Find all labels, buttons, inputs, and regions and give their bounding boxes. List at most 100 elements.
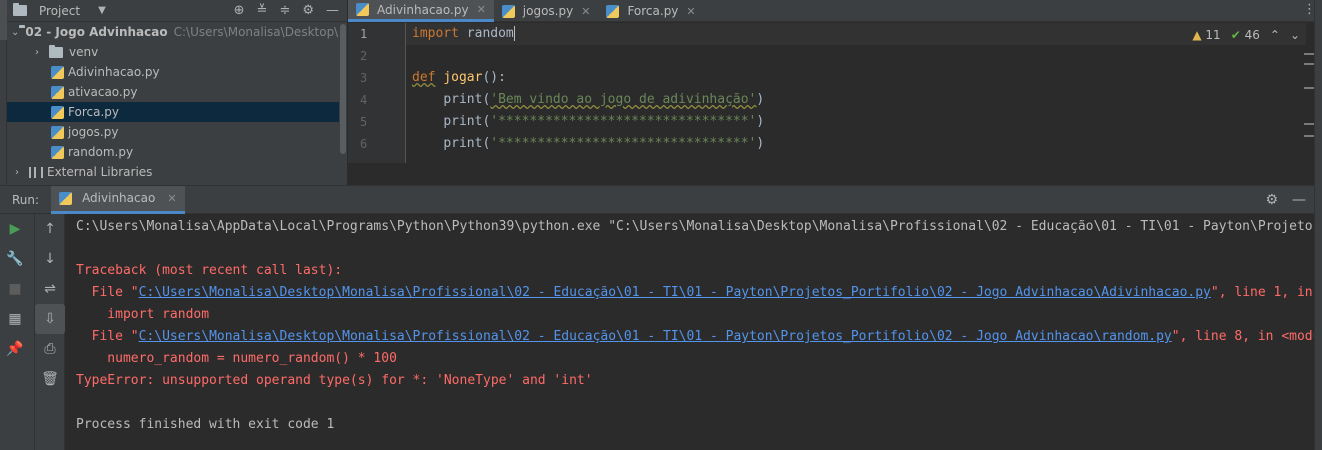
tree-item-venv[interactable]: › venv xyxy=(7,42,347,62)
check-icon: ✔ xyxy=(1230,28,1241,42)
inspections-widget[interactable]: ▲ 11 ✔ 46 ⌃ ⌄ xyxy=(1192,28,1300,42)
close-icon[interactable]: ✕ xyxy=(686,5,695,18)
gear-icon[interactable]: ⚙ xyxy=(1265,192,1278,208)
tree-item-forca[interactable]: Forca.py xyxy=(7,102,347,122)
editor-error-stripe[interactable] xyxy=(1302,23,1314,163)
console-blank xyxy=(72,238,1314,260)
file-link[interactable]: C:\Users\Monalisa\Desktop\Monalisa\Profi… xyxy=(139,285,1211,300)
console-command: C:\Users\Monalisa\AppData\Local\Programs… xyxy=(76,219,1314,234)
line-number: 2 xyxy=(360,49,368,63)
tree-item-jogos[interactable]: jogos.py xyxy=(7,122,347,142)
print-icon[interactable]: ⎙ xyxy=(35,334,65,364)
trash-icon[interactable]: 🗑 xyxy=(35,364,65,394)
chevron-up-icon[interactable]: ⌃ xyxy=(1270,28,1280,42)
wrench-icon[interactable]: 🔧 xyxy=(0,244,30,274)
tab-forca[interactable]: Forca.py ✕ xyxy=(598,0,703,22)
stripe-marker[interactable] xyxy=(1304,53,1314,55)
run-tab-adivinhacao[interactable]: Adivinhacao ✕ xyxy=(51,185,185,214)
close-icon[interactable]: ✕ xyxy=(581,5,590,18)
stripe-marker[interactable] xyxy=(1304,135,1314,137)
function-name: jogar xyxy=(443,70,483,85)
chevron-down-icon[interactable]: ⌄ xyxy=(1290,28,1300,42)
project-scrollbar[interactable] xyxy=(339,22,347,182)
right-tool-stripe xyxy=(1314,0,1322,450)
code-line[interactable]: print('Bem vindo ao jogo de adivinhação'… xyxy=(406,89,1306,111)
code-line[interactable]: import random xyxy=(406,23,1306,45)
line-number-gutter: 1 2 3 4 5 6 xyxy=(348,23,406,163)
layout-icon[interactable]: ▦ xyxy=(0,304,30,334)
tree-item-external-libraries[interactable]: › External Libraries xyxy=(7,162,347,182)
tab-adivinhacao[interactable]: Adivinhacao.py ✕ xyxy=(348,0,494,22)
code-line[interactable]: def jogar(): xyxy=(406,67,1306,89)
chevron-down-icon[interactable]: ▼ xyxy=(98,5,106,16)
code-line[interactable] xyxy=(406,45,1306,67)
run-label: Run: xyxy=(12,192,40,207)
stop-icon[interactable]: ■ xyxy=(0,274,30,304)
ok-count[interactable]: ✔ 46 xyxy=(1231,28,1260,42)
pin-icon[interactable]: 📌 xyxy=(0,334,30,364)
warning-count-value: 11 xyxy=(1205,28,1221,42)
hide-icon[interactable]: — xyxy=(1292,192,1306,208)
tree-item-adivinhacao[interactable]: Adivinhacao.py xyxy=(7,62,347,82)
library-icon xyxy=(29,166,43,178)
tree-root[interactable]: ⌄ 02 - Jogo Advinhacao C:\Users\Monalisa… xyxy=(7,22,347,42)
console-blank xyxy=(72,392,1314,414)
string-literal: '********************************' xyxy=(490,114,757,129)
tree-item-label: jogos.py xyxy=(68,125,119,139)
console-output[interactable]: C:\Users\Monalisa\AppData\Local\Programs… xyxy=(72,214,1314,436)
chevron-right-icon[interactable]: › xyxy=(31,47,43,58)
code-line[interactable]: print('********************************'… xyxy=(406,111,1306,133)
file-suffix: ", line 8, in <module> xyxy=(1171,329,1314,344)
close-icon[interactable]: ✕ xyxy=(167,192,176,205)
tree-item-ativacao[interactable]: ativacao.py xyxy=(7,82,347,102)
run-header: Run: Adivinhacao ✕ ⚙ — xyxy=(0,185,1314,214)
code-line[interactable]: print('********************************'… xyxy=(406,133,1306,155)
ok-count-value: 46 xyxy=(1244,28,1260,42)
collapse-all-icon[interactable]: ≑ xyxy=(279,3,290,18)
console-exit: Process finished with exit code 1 xyxy=(76,417,335,432)
editor-area: Adivinhacao.py ✕ jogos.py ✕ Forca.py ✕ ⋮… xyxy=(348,0,1322,185)
scroll-to-end-icon[interactable]: ⇩ xyxy=(35,304,65,334)
project-tool-window-tab[interactable] xyxy=(0,0,7,40)
editor-tabbar: Adivinhacao.py ✕ jogos.py ✕ Forca.py ✕ ⋮ xyxy=(348,0,1322,22)
arrow-down-icon[interactable]: ↓ xyxy=(35,244,65,274)
tree-item-label: random.py xyxy=(68,145,134,159)
line-number: 4 xyxy=(360,93,368,107)
tab-label: Adivinhacao.py xyxy=(377,2,469,17)
python-file-icon xyxy=(606,4,620,18)
tree-root-label: 02 - Jogo Advinhacao xyxy=(25,25,168,39)
expand-all-icon[interactable]: ≚ xyxy=(257,3,268,18)
console-toolbar: ↑ ↓ ⇌ ⇩ ⎙ 🗑 xyxy=(35,214,65,450)
code-editor[interactable]: import random def jogar(): print('Bem vi… xyxy=(406,23,1306,155)
console-file-line: File "C:\Users\Monalisa\Desktop\Monalisa… xyxy=(72,326,1314,348)
project-title[interactable]: Project xyxy=(39,4,80,18)
gear-icon[interactable]: ⚙ xyxy=(302,3,314,18)
tab-jogos[interactable]: jogos.py ✕ xyxy=(494,0,599,22)
stripe-marker[interactable] xyxy=(1304,87,1314,89)
soft-wrap-icon[interactable]: ⇌ xyxy=(35,274,65,304)
keyword: import xyxy=(412,26,459,41)
code-text: print( xyxy=(443,114,491,129)
chevron-right-icon[interactable]: › xyxy=(11,167,23,178)
arrow-up-icon[interactable]: ↑ xyxy=(35,214,65,244)
project-header: Project ▼ ⊕ ≚ ≑ ⚙ — xyxy=(7,0,347,22)
console-code-line: import random xyxy=(76,307,210,322)
locate-icon[interactable]: ⊕ xyxy=(234,3,245,18)
close-icon[interactable]: ✕ xyxy=(477,3,486,16)
python-file-icon xyxy=(51,65,64,79)
rerun-icon[interactable]: ▶ xyxy=(0,214,30,244)
stripe-marker[interactable] xyxy=(1304,123,1314,125)
hide-icon[interactable]: — xyxy=(326,3,339,18)
chevron-down-icon[interactable]: ⌄ xyxy=(11,27,19,38)
tab-label: Forca.py xyxy=(627,4,679,18)
console-code-line: numero_random = numero_random() * 100 xyxy=(76,351,397,366)
file-link[interactable]: C:\Users\Monalisa\Desktop\Monalisa\Profi… xyxy=(139,329,1172,344)
console-file-line: File "C:\Users\Monalisa\Desktop\Monalisa… xyxy=(72,282,1314,304)
warning-count[interactable]: ▲ 11 xyxy=(1192,28,1220,42)
python-file-icon xyxy=(51,125,64,139)
python-file-icon xyxy=(51,105,64,119)
code-text: ) xyxy=(756,136,765,151)
code-text: (): xyxy=(482,70,506,85)
stripe-marker[interactable] xyxy=(1304,63,1314,65)
tree-item-random[interactable]: random.py xyxy=(7,142,347,162)
